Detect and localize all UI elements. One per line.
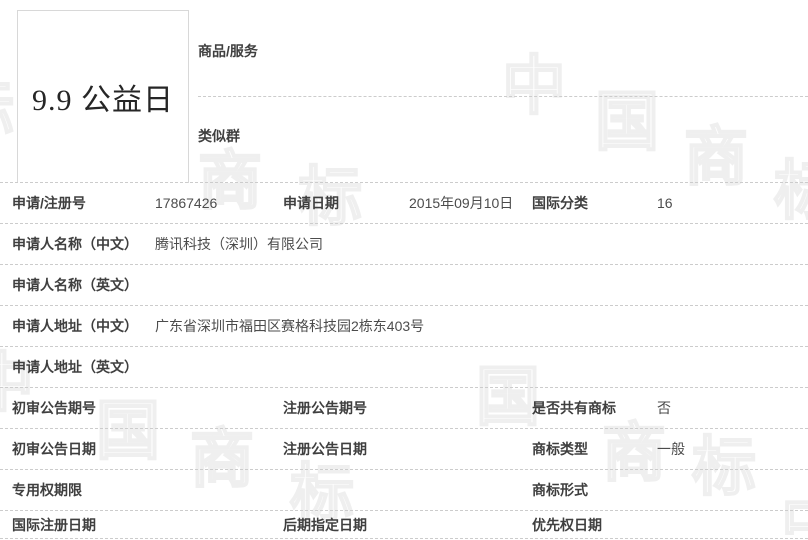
- field-label: 申请日期: [283, 195, 339, 211]
- trademark-detail-page: 标商标中国商标中国商标国商标中 9.9 公益日 商品/服务 类似群 申请/注册号…: [0, 0, 808, 540]
- field-label: 注册公告期号: [283, 400, 367, 416]
- trademark-name: 9.9 公益日: [32, 84, 174, 117]
- table-row-preliminary-gazette-date: 初审公告日期 注册公告日期 商标类型 一般: [0, 429, 808, 470]
- trademark-image-box: 9.9 公益日: [17, 10, 189, 183]
- field-value: 17867426: [155, 195, 218, 211]
- table-row-international-registration-date: 国际注册日期 后期指定日期 优先权日期: [0, 511, 808, 539]
- field-label: 后期指定日期: [283, 516, 367, 533]
- field-label: 商标形式: [532, 482, 588, 498]
- goods-services-label: 商品/服务: [198, 43, 258, 59]
- table-row-applicant-address-en: 申请人地址（英文）: [0, 347, 808, 388]
- field-label: 初审公告日期: [12, 441, 96, 457]
- table-row-preliminary-gazette-no: 初审公告期号 注册公告期号 是否共有商标 否: [0, 388, 808, 429]
- watermark-glyph: 国: [594, 86, 660, 160]
- field-label: 申请人名称（中文）: [12, 236, 138, 252]
- field-label: 申请人名称（英文）: [12, 277, 138, 293]
- detail-table: 申请/注册号 17867426 申请日期 2015年09月10日 国际分类 16…: [0, 182, 808, 539]
- field-label: 国际分类: [532, 195, 588, 211]
- table-row-applicant-name-en: 申请人名称（英文）: [0, 265, 808, 306]
- field-label: 国际注册日期: [12, 516, 96, 533]
- similar-group-label: 类似群: [198, 128, 240, 144]
- field-value: 否: [657, 400, 671, 416]
- field-label: 注册公告日期: [283, 441, 367, 457]
- field-label: 初审公告期号: [12, 400, 96, 416]
- field-label: 申请人地址（中文）: [12, 318, 138, 334]
- field-value: 2015年09月10日: [409, 195, 514, 211]
- watermark-glyph: 中: [501, 50, 567, 124]
- table-row-applicant-address-cn: 申请人地址（中文） 广东省深圳市福田区赛格科技园2栋东403号: [0, 306, 808, 347]
- table-row-applicant-name-cn: 申请人名称（中文） 腾讯科技（深圳）有限公司: [0, 224, 808, 265]
- table-row-application-number: 申请/注册号 17867426 申请日期 2015年09月10日 国际分类 16: [0, 183, 808, 224]
- field-label: 专用权期限: [12, 482, 82, 498]
- field-label: 申请/注册号: [12, 195, 86, 211]
- field-label: 商标类型: [532, 441, 588, 457]
- divider: [198, 96, 808, 97]
- field-label: 是否共有商标: [532, 400, 616, 416]
- field-value: 腾讯科技（深圳）有限公司: [155, 236, 323, 252]
- field-value: 16: [657, 195, 673, 211]
- watermark-glyph: 商: [683, 121, 749, 195]
- field-value: 广东省深圳市福田区赛格科技园2栋东403号: [155, 318, 425, 334]
- field-label: 申请人地址（英文）: [12, 359, 138, 375]
- field-value: 一般: [657, 441, 685, 457]
- table-row-exclusive-right-period: 专用权期限 商标形式: [0, 470, 808, 511]
- field-label: 优先权日期: [532, 516, 602, 533]
- watermark-glyph: 标: [0, 79, 15, 145]
